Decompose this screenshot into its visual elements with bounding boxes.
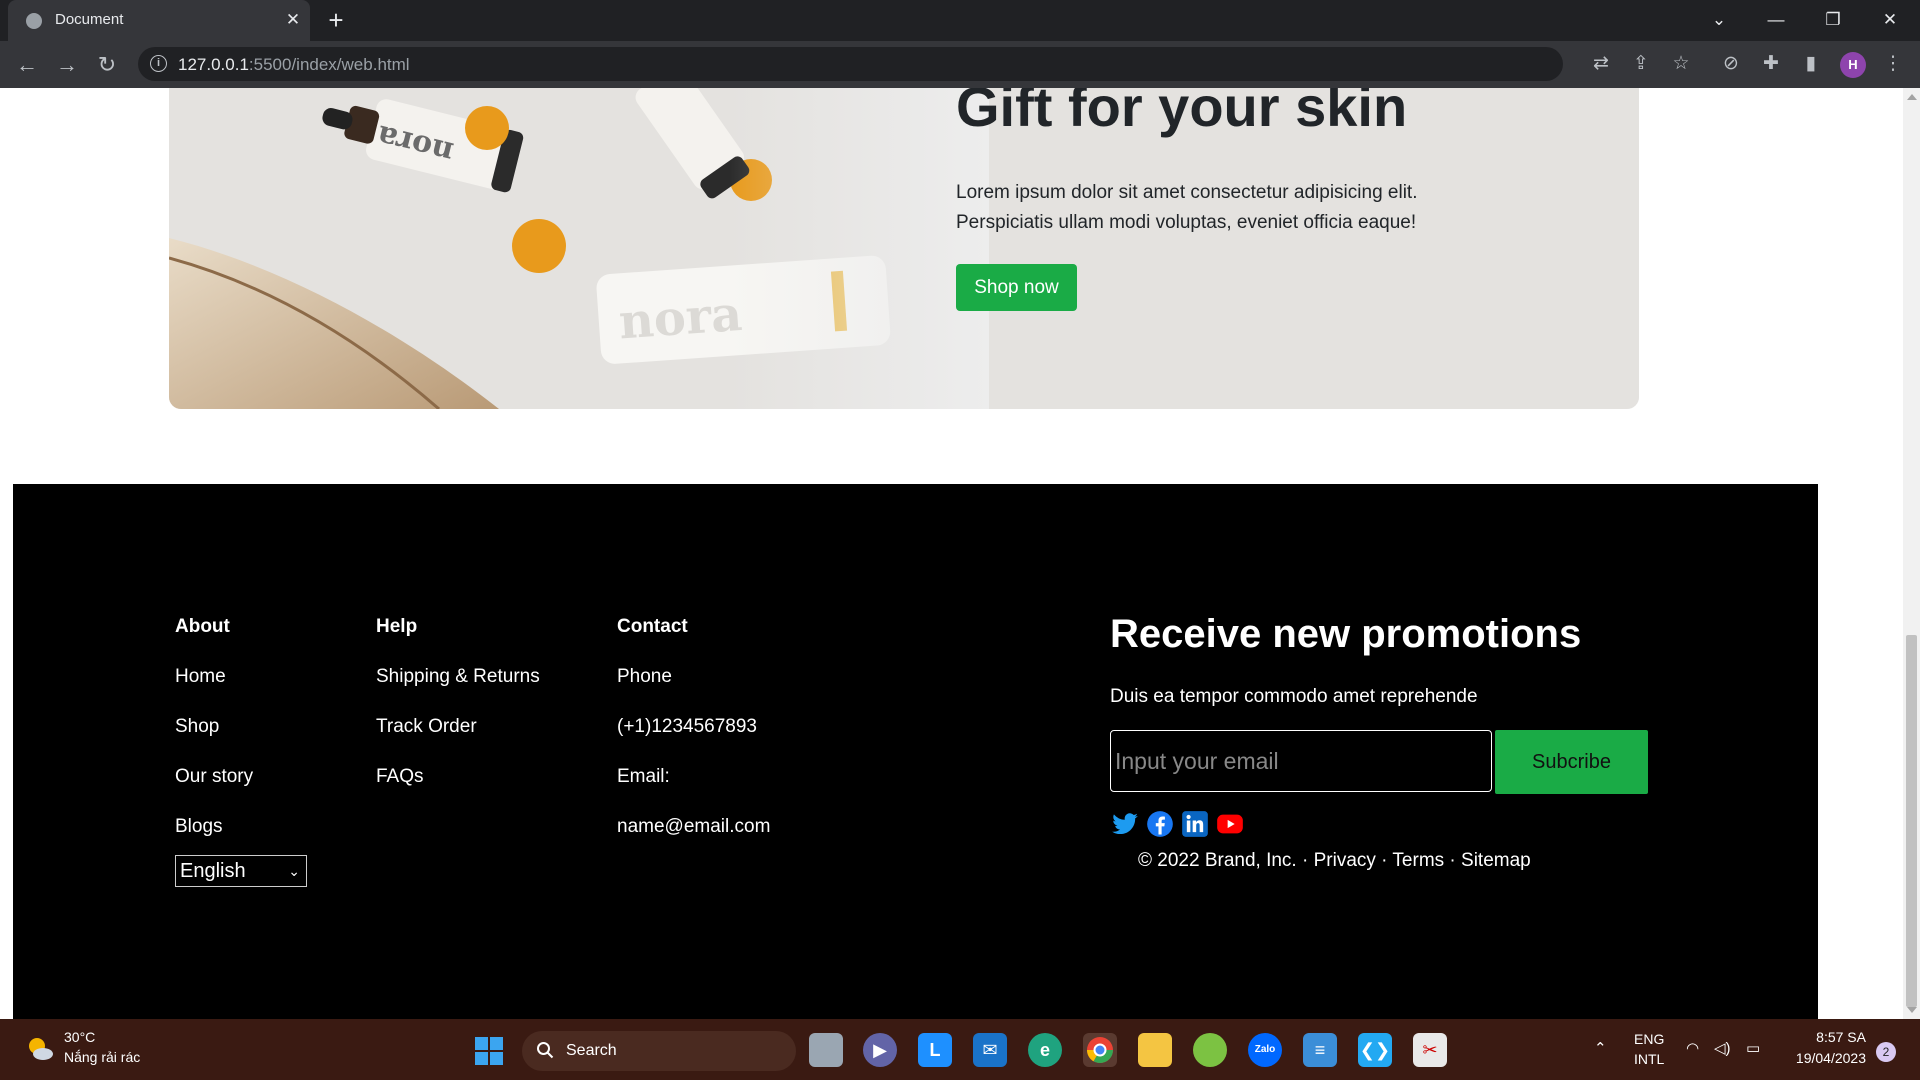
footer-link-blogs[interactable]: Blogs [175,816,253,846]
translate-icon[interactable]: ⇄ [1588,51,1614,77]
scroll-up-arrow-icon[interactable] [1907,94,1917,100]
tab-search-icon[interactable]: ⌄ [1699,6,1739,34]
footer-link-home[interactable]: Home [175,666,253,696]
vertical-scrollbar[interactable] [1903,88,1920,1019]
contact-phone-label: Phone [617,666,672,687]
mail-icon[interactable]: ✉ [973,1033,1007,1067]
zalo-icon[interactable]: Zalo [1248,1033,1282,1067]
close-tab-icon[interactable]: ✕ [282,9,304,31]
footer-link-faqs[interactable]: FAQs [376,766,540,796]
app-l-icon[interactable]: L [918,1033,952,1067]
banner-title: Gift for your skin [956,88,1408,138]
battery-icon[interactable]: ▭ [1746,1039,1760,1057]
chrome-browser-icon[interactable] [1083,1033,1117,1067]
windows-start-icon[interactable] [474,1036,504,1066]
notepad-icon[interactable]: ≡ [1303,1033,1337,1067]
footer-heading-help: Help [376,616,418,637]
weather-description[interactable]: Nắng rải rác [64,1049,140,1065]
youtube-icon[interactable] [1215,810,1245,838]
windows-taskbar: 30°C Nắng rải rác Search ▶ L ✉ e Zalo ≡ … [0,1019,1920,1080]
footer-about: About Home Shop Our story Blogs [175,616,253,866]
chevron-down-icon: ⌄ [288,863,300,879]
contact-phone-number: (+1)1234567893 [617,716,757,737]
twitter-icon[interactable] [1110,810,1140,838]
teams-chat-icon[interactable]: ▶ [863,1033,897,1067]
wifi-icon[interactable]: ◠ [1686,1039,1699,1057]
search-label: Search [566,1042,617,1059]
chrome-logo-icon [1086,1037,1114,1064]
scroll-down-arrow-icon[interactable] [1907,1007,1917,1013]
profile-avatar[interactable]: H [1840,52,1866,78]
copyright-text: © 2022 Brand, Inc. · Privacy · Terms · S… [1138,850,1531,871]
footer-link-track-order[interactable]: Track Order [376,716,540,746]
contact-email-address: name@email.com [617,816,771,837]
shop-now-button[interactable]: Shop now [956,264,1077,311]
contact-email-label: Email: [617,766,670,787]
bookmark-star-icon[interactable]: ☆ [1668,51,1694,77]
forward-icon[interactable]: → [52,50,82,80]
extensions-puzzle-icon[interactable]: ✚ [1758,51,1784,77]
side-panel-icon[interactable]: ▮ [1798,51,1824,77]
keyboard-language[interactable]: ENG INTL [1634,1029,1664,1069]
scroll-thumb[interactable] [1906,635,1917,1007]
address-bar[interactable]: i 127.0.0.1:5500/index/web.html [138,47,1563,81]
footer-contact: Contact Phone (+1)1234567893 Email: name… [617,616,770,866]
vscode-icon[interactable]: ❮❯ [1358,1033,1392,1067]
edge-browser-icon[interactable]: e [1028,1033,1062,1067]
back-icon[interactable]: ← [12,50,42,80]
close-window-icon[interactable]: ✕ [1870,6,1910,34]
clock-time[interactable]: 8:57 SA [1786,1029,1866,1045]
footer-help: Help Shipping & Returns Track Order FAQs [376,616,540,816]
app-green-icon[interactable] [1193,1033,1227,1067]
linkedin-icon[interactable] [1180,810,1210,838]
hero-banner: nora nora Gift for your skin Lorem ipsum… [169,88,1639,409]
weather-temperature[interactable]: 30°C [64,1029,95,1045]
compass-extension-icon[interactable]: ⊘ [1718,51,1744,77]
footer-link-shipping[interactable]: Shipping & Returns [376,666,540,696]
clock-date[interactable]: 19/04/2023 [1786,1050,1866,1066]
tab-title: Document [55,11,124,28]
tab-document[interactable]: Document ✕ [8,0,310,41]
product-photo: nora nora [169,88,1639,409]
notification-badge[interactable]: 2 [1876,1042,1896,1062]
task-view-icon[interactable] [809,1033,843,1067]
menu-kebab-icon[interactable]: ⋮ [1880,51,1906,77]
taskbar-search[interactable]: Search [522,1031,796,1071]
restore-icon[interactable]: ❐ [1813,6,1853,34]
footer-heading-about: About [175,616,230,637]
volume-icon[interactable]: ◁) [1714,1039,1731,1057]
chevron-up-icon[interactable]: ⌃ [1594,1039,1607,1057]
email-input[interactable] [1110,730,1492,792]
snipping-tool-icon[interactable]: ✂ [1413,1033,1447,1067]
svg-text:nora: nora [617,286,744,350]
url-text[interactable]: 127.0.0.1:5500/index/web.html [178,55,410,75]
tab-strip: Document ✕ + ⌄ — ❐ ✕ [0,0,1920,41]
page-viewport: nora nora Gift for your skin Lorem ipsum… [0,88,1903,1019]
partly-sunny-icon[interactable] [24,1033,56,1065]
facebook-icon[interactable] [1145,810,1175,838]
file-explorer-icon[interactable] [1138,1033,1172,1067]
footer-link-shop[interactable]: Shop [175,716,253,746]
share-icon[interactable]: ⇪ [1628,51,1654,77]
site-footer: About Home Shop Our story Blogs English ⌄… [13,484,1818,1019]
language-select[interactable]: English ⌄ [175,855,307,887]
new-tab-icon[interactable]: + [322,7,350,35]
site-info-icon[interactable]: i [150,55,167,72]
globe-icon [26,13,42,29]
search-icon [537,1042,554,1059]
footer-link-our-story[interactable]: Our story [175,766,253,796]
browser-toolbar: ← → ↻ i 127.0.0.1:5500/index/web.html ⇄ … [0,41,1920,88]
promo-subtitle: Duis ea tempor commodo amet reprehende [1110,686,1478,707]
reload-icon[interactable]: ↻ [92,50,122,80]
banner-text: Lorem ipsum dolor sit amet consectetur a… [956,182,1418,233]
minimize-icon[interactable]: — [1756,6,1796,34]
subscribe-button[interactable]: Subcribe [1495,730,1648,794]
promo-title: Receive new promotions [1110,612,1582,656]
footer-heading-contact: Contact [617,616,688,637]
